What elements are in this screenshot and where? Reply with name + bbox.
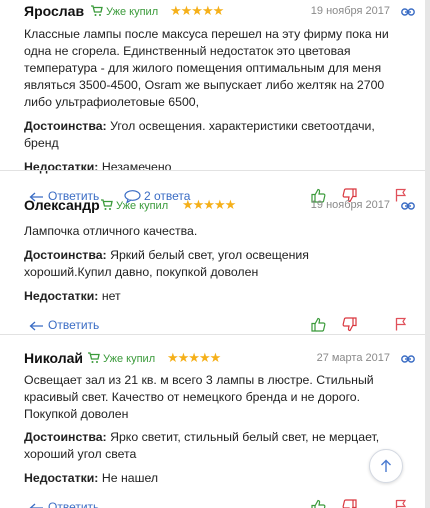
- thumbs-down-icon[interactable]: [342, 317, 357, 335]
- review-date: 27 марта 2017: [316, 352, 390, 364]
- review-pros: Достоинства: Ярко светит, стильный белый…: [24, 429, 396, 463]
- reply-arrow-icon: [29, 503, 43, 508]
- bought-label: Уже купил: [106, 6, 159, 18]
- cons-label: Недостатки:: [24, 471, 99, 485]
- arrow-up-icon: [381, 459, 391, 472]
- review-text: Освещает зал из 21 кв. м всего 3 лампы в…: [24, 373, 374, 421]
- review-author: Олександр: [24, 197, 100, 213]
- review-text: Классные лампы после максуса перешел на …: [24, 27, 389, 109]
- rating-stars: ★★★★★: [167, 350, 221, 365]
- reply-arrow-icon: [29, 321, 43, 331]
- bought-badge: Уже купил: [90, 5, 158, 18]
- pros-label: Достоинства:: [24, 248, 107, 262]
- review-author: Николай: [24, 350, 84, 366]
- review-pros: Достоинства: Яркий белый свет, угол осве…: [24, 247, 396, 281]
- report-flag-icon[interactable]: [395, 499, 407, 508]
- reply-label: Ответить: [48, 318, 100, 332]
- rating-stars: ★★★★★: [182, 197, 236, 212]
- review-actions: Ответить: [24, 493, 425, 508]
- bought-label: Уже купил: [116, 200, 169, 212]
- reply-label: Ответить: [48, 500, 100, 508]
- link-icon[interactable]: [401, 352, 415, 367]
- review-card: Ярослав Уже купил ★★★★★ 19 ноября 2017 К…: [0, 0, 425, 204]
- thumbs-up-icon[interactable]: [311, 499, 326, 508]
- review-cons: Недостатки: Не нашел: [24, 470, 396, 487]
- report-flag-icon[interactable]: [395, 317, 407, 334]
- cart-check-icon: [88, 352, 100, 363]
- review-date: 19 ноября 2017: [310, 5, 390, 17]
- reply-button[interactable]: Ответить: [29, 318, 99, 332]
- review-header: Николай Уже купил ★★★★★ 27 марта 2017: [24, 347, 425, 371]
- link-icon[interactable]: [401, 199, 415, 214]
- pros-label: Достоинства:: [24, 119, 107, 133]
- review-card: Олександр Уже купил ★★★★★ 19 ноября 2017…: [0, 170, 425, 334]
- cons-label: Недостатки:: [24, 289, 99, 303]
- review-author: Ярослав: [24, 3, 85, 19]
- cons-text: нет: [101, 289, 121, 303]
- bought-badge: Уже купил: [87, 352, 155, 365]
- reviews-page: Ярослав Уже купил ★★★★★ 19 ноября 2017 К…: [0, 0, 425, 508]
- cart-check-icon: [101, 199, 113, 210]
- thumbs-down-icon[interactable]: [342, 499, 357, 508]
- scroll-to-top-button[interactable]: [369, 449, 403, 483]
- review-cons: Недостатки: нет: [24, 288, 396, 305]
- cart-check-icon: [91, 5, 103, 16]
- bought-label: Уже купил: [103, 353, 156, 365]
- link-icon[interactable]: [401, 5, 415, 20]
- reply-button[interactable]: Ответить: [29, 500, 99, 508]
- rating-stars: ★★★★★: [170, 3, 224, 18]
- review-header: Олександр Уже купил ★★★★★ 19 ноября 2017: [24, 194, 425, 218]
- bought-badge: Уже купил: [100, 199, 168, 212]
- review-text: Лампочка отличного качества.: [24, 224, 198, 238]
- page-scrollbar[interactable]: [425, 0, 430, 508]
- review-date: 19 ноября 2017: [310, 199, 390, 211]
- review-header: Ярослав Уже купил ★★★★★ 19 ноября 2017: [24, 0, 425, 24]
- review-pros: Достоинства: Угол освещения. характерист…: [24, 118, 396, 152]
- review-card: Николай Уже купил ★★★★★ 27 марта 2017 Ос…: [0, 334, 425, 508]
- cons-text: Не нашел: [101, 471, 159, 485]
- thumbs-up-icon[interactable]: [311, 317, 326, 335]
- pros-label: Достоинства:: [24, 430, 107, 444]
